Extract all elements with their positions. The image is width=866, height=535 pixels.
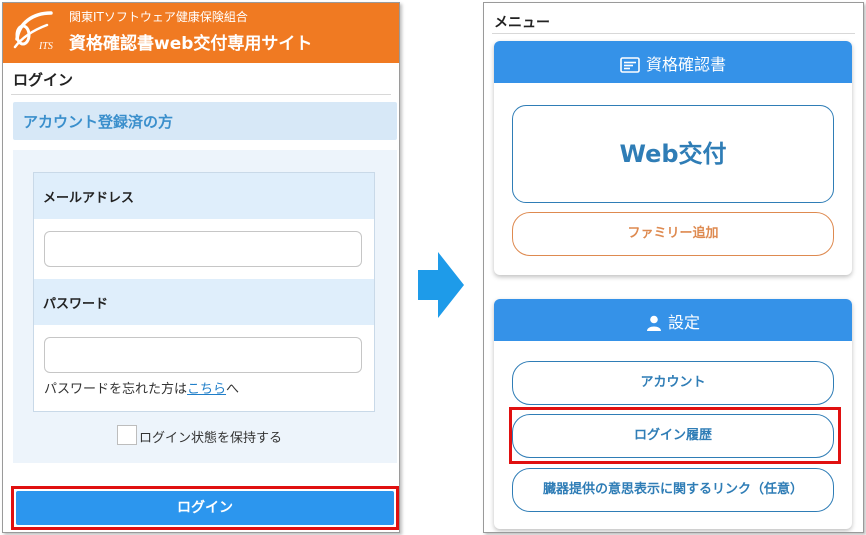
account-button[interactable]: アカウント — [512, 361, 834, 405]
its-logo-icon: ITS — [13, 11, 53, 52]
organ-donation-link-button[interactable]: 臓器提供の意思表示に関するリンク（任意） — [512, 468, 834, 512]
registered-account-section-header: アカウント登録済の方 — [13, 102, 397, 140]
forgot-password-link[interactable]: こちら — [187, 382, 226, 397]
forgot-password-text: パスワードを忘れた方はこちらへ — [44, 378, 239, 397]
page-title: メニュー — [494, 15, 550, 31]
login-form-panel: メールアドレス パスワード パスワードを忘れた方はこちらへ ログイン状態を保持す… — [13, 150, 397, 463]
logo-text: ITS — [38, 41, 53, 52]
forgot-password-suffix: へ — [226, 382, 240, 397]
certificate-card: 資格確認書 Web交付 ファミリー追加 — [494, 41, 852, 275]
email-field[interactable] — [44, 231, 362, 267]
site-header: ITS 関東ITソフトウェア健康保険組合 資格確認書web交付専用サイト — [3, 3, 399, 63]
email-label-bar: メールアドレス — [34, 173, 374, 219]
login-button[interactable]: ログイン — [16, 491, 394, 525]
id-card-icon — [620, 57, 640, 73]
site-title: 資格確認書web交付専用サイト — [69, 34, 313, 54]
password-label-bar: パスワード — [34, 279, 374, 325]
login-history-highlight — [509, 407, 841, 464]
divider — [11, 94, 391, 95]
password-label: パスワード — [43, 297, 109, 312]
email-label: メールアドレス — [43, 191, 135, 206]
person-icon — [646, 315, 661, 331]
org-name: 関東ITソフトウェア健康保険組合 — [69, 10, 248, 24]
web-issuance-button[interactable]: Web交付 — [512, 105, 834, 203]
remember-login-label[interactable]: ログイン状態を保持する — [139, 427, 282, 446]
certificate-card-title: 資格確認書 — [645, 55, 726, 74]
login-button-highlight: ログイン — [11, 486, 399, 530]
login-form: メールアドレス パスワード パスワードを忘れた方はこちらへ — [33, 172, 375, 412]
right-arrow-icon — [418, 252, 464, 318]
section-title: アカウント登録済の方 — [23, 113, 174, 131]
menu-screen: メニュー 資格確認書 Web交付 ファミリー追加 設定 アカウント ログイン履歴… — [483, 2, 864, 533]
forgot-password-prefix: パスワードを忘れた方は — [44, 382, 188, 397]
certificate-card-header: 資格確認書 — [494, 41, 852, 83]
password-field[interactable] — [44, 337, 362, 373]
settings-card-title: 設定 — [667, 313, 700, 332]
add-family-button[interactable]: ファミリー追加 — [512, 212, 834, 256]
divider — [492, 33, 855, 34]
page-title: ログイン — [13, 71, 74, 89]
remember-login-checkbox[interactable] — [117, 425, 137, 445]
settings-card-header: 設定 — [494, 299, 852, 341]
login-screen: ITS 関東ITソフトウェア健康保険組合 資格確認書web交付専用サイト ログイ… — [2, 2, 400, 533]
